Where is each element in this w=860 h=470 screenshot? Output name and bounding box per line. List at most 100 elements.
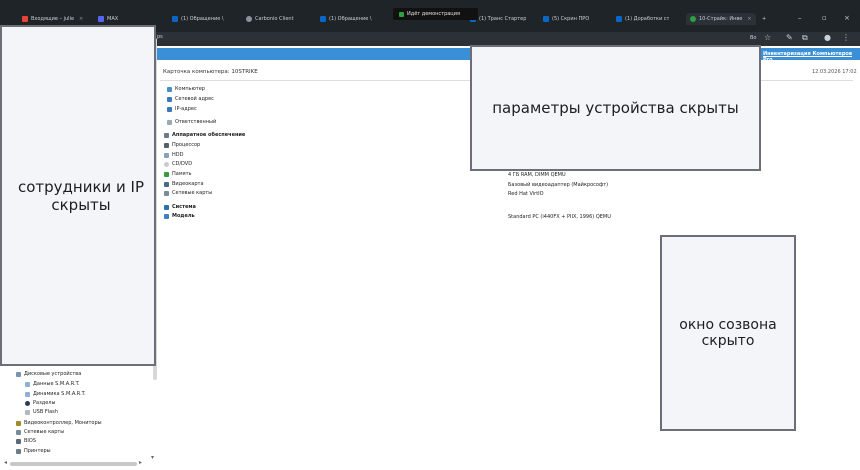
property-label: HDD xyxy=(172,152,184,158)
property-computer: Компьютер xyxy=(167,86,205,92)
disk-icon xyxy=(16,371,21,377)
smart-icon xyxy=(25,381,30,387)
tree-label: Дисковые устройства xyxy=(24,371,82,377)
property-cpu: Процессор xyxy=(164,142,200,148)
tree-item-network-cards[interactable]: Сетевые карты xyxy=(16,429,64,435)
property-hdd: HDD xyxy=(164,152,183,158)
redaction-device-params: параметры устройства скрыты xyxy=(470,45,761,171)
extensions-icon[interactable]: ⧉ xyxy=(802,33,808,43)
property-video: Видеокарта xyxy=(164,181,204,187)
redaction-label: окно созвона скрыто xyxy=(679,317,777,349)
redaction-employees-ip: сотрудники и IP скрыты xyxy=(0,25,156,366)
ram-icon xyxy=(164,171,169,177)
property-label: Сетевой адрес xyxy=(175,96,214,102)
share-icon xyxy=(399,11,404,17)
close-icon[interactable]: × xyxy=(747,16,751,22)
property-label: Процессор xyxy=(172,142,201,148)
tab-label: (1) Доработки ст xyxy=(625,16,670,22)
tree-item-smart-dynamics[interactable]: Динамика S.M.A.R.T. xyxy=(25,391,86,397)
tree-item-printers[interactable]: Принтеры xyxy=(16,448,51,454)
maximize-icon[interactable]: ▫ xyxy=(822,14,827,22)
new-tab-button[interactable]: + xyxy=(762,13,766,25)
close-icon[interactable]: × xyxy=(79,16,83,22)
browser-tab-gmail[interactable]: Входящие – julie × xyxy=(22,13,83,25)
browser-tab-screen-pro[interactable]: (5) Скрин ПРО xyxy=(543,13,589,25)
network-icon xyxy=(167,96,172,102)
property-model: Модель xyxy=(164,213,195,219)
tree-label: Разделы xyxy=(33,400,56,406)
value-model: Standard PC (i440FX + PIIX, 1996) QEMU xyxy=(508,214,611,220)
property-memory: Память xyxy=(164,171,191,177)
10strike-icon xyxy=(690,16,696,22)
browser-tab-10strike[interactable]: 10-Страйк: Инве × xyxy=(686,13,756,25)
redaction-label: сотрудники и IP скрыты xyxy=(17,177,145,214)
system-icon xyxy=(164,204,169,210)
hdd-icon xyxy=(164,152,169,158)
scroll-left-icon[interactable]: ◂ xyxy=(4,459,7,466)
browser-tab-improvements[interactable]: (1) Доработки ст xyxy=(616,13,669,25)
section-label: Система xyxy=(172,204,196,210)
property-responsible: Ответственный xyxy=(167,119,216,125)
browser-tab-max[interactable]: MAX xyxy=(98,13,118,25)
nic-icon xyxy=(164,190,169,196)
value-network: Red Hat VirtIO xyxy=(508,191,544,197)
section-hardware: Аппаратное обеспечение xyxy=(164,132,245,138)
tree-item-partitions[interactable]: Разделы xyxy=(25,400,55,406)
close-window-icon[interactable]: × xyxy=(844,14,850,22)
tree-item-video-monitors[interactable]: Видеоконтроллер, Мониторы xyxy=(16,420,102,426)
tab-label: Входящие – julie xyxy=(31,16,75,22)
tree-item-usb-flash[interactable]: USB Flash xyxy=(25,409,58,415)
browser-tab-request-2[interactable]: (1) Обращение \ xyxy=(320,13,372,25)
tree-label: Видеоконтроллер, Мониторы xyxy=(24,420,102,426)
gmail-icon xyxy=(22,16,28,22)
menu-icon[interactable]: ⋮ xyxy=(842,33,850,42)
property-network-address: Сетевой адрес xyxy=(167,96,214,102)
tab-label: (1) Обращение \ xyxy=(181,16,224,22)
tree-item-smart-data[interactable]: Данные S.M.A.R.T. xyxy=(25,381,80,387)
star-icon[interactable]: ☆ xyxy=(764,33,771,42)
tree-item-bios[interactable]: BIOS xyxy=(16,438,36,444)
tab-label: (1) Транс Стартер xyxy=(479,16,527,22)
section-system: Система xyxy=(164,204,196,210)
property-label: Компьютер xyxy=(175,86,205,92)
browser-tab-carbonio[interactable]: Carbonio Client xyxy=(246,13,294,25)
hardware-icon xyxy=(164,132,169,138)
tree-label: Принтеры xyxy=(24,448,51,454)
minimize-icon[interactable]: – xyxy=(798,14,802,22)
tree-label: USB Flash xyxy=(33,409,58,415)
pen-icon[interactable]: ✎ xyxy=(786,33,793,42)
tree-label: Сетевые карты xyxy=(24,429,65,435)
property-label: Сетевые карты xyxy=(172,190,213,196)
section-label: Аппаратное обеспечение xyxy=(172,132,246,138)
model-icon xyxy=(164,213,169,219)
property-label: Модель xyxy=(172,213,195,219)
toolbar-label[interactable]: Bo xyxy=(750,35,757,41)
tab-label: Carbonio Client xyxy=(255,16,294,22)
tab-label: (1) Обращение \ xyxy=(329,16,372,22)
scroll-down-icon[interactable]: ▾ xyxy=(151,454,154,461)
profile-icon[interactable]: ● xyxy=(824,33,831,42)
property-label: IP-адрес xyxy=(175,106,197,112)
tab-label: MAX xyxy=(107,16,119,22)
card-date: 12.03.2026 17:02 xyxy=(812,69,857,75)
bios-icon xyxy=(16,438,21,444)
tab-label: 10-Страйк: Инве xyxy=(699,16,743,22)
linkedin-icon xyxy=(320,16,326,22)
scroll-right-icon[interactable]: ▸ xyxy=(139,459,142,466)
tree-label: Данные S.M.A.R.T. xyxy=(33,381,80,387)
property-label: Ответственный xyxy=(175,119,217,125)
user-icon xyxy=(167,119,172,125)
property-ip-address: IP-адрес xyxy=(167,106,197,112)
tree-horizontal-scrollbar[interactable] xyxy=(10,462,137,466)
carbonio-icon xyxy=(246,16,252,22)
computer-icon xyxy=(167,86,172,92)
app-header-link[interactable]: Инвентаризация Компьютеров Pro xyxy=(763,51,860,63)
plus-icon: + xyxy=(762,16,767,22)
browser-tab-request-1[interactable]: (1) Обращение \ xyxy=(172,13,224,25)
video-icon xyxy=(164,181,169,187)
tree-item-disk-devices[interactable]: Дисковые устройства xyxy=(16,371,81,377)
linkedin-icon xyxy=(543,16,549,22)
address-bar-text[interactable]: рs xyxy=(157,34,163,40)
smart-dynamics-icon xyxy=(25,391,30,397)
browser-tab-trans-starter[interactable]: (1) Транс Стартер xyxy=(470,13,526,25)
